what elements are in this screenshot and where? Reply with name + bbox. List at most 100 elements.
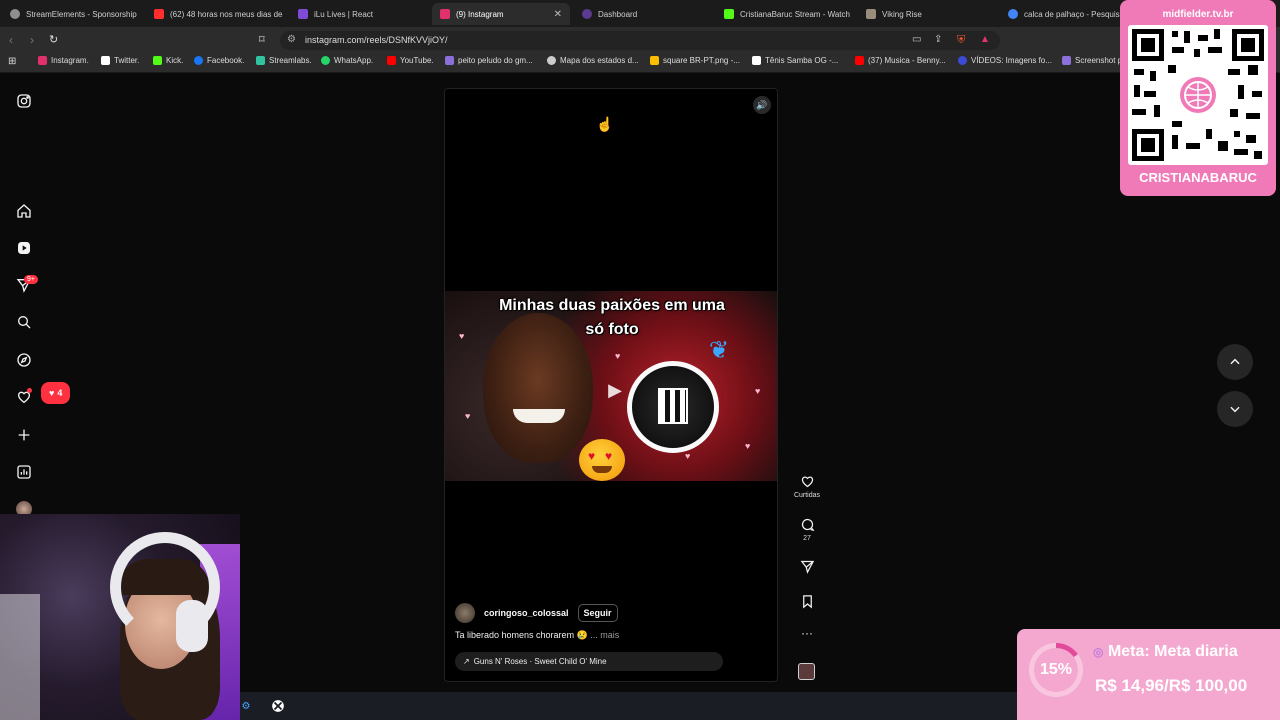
bookmark-label: Streamlabs.: [269, 56, 312, 65]
dashboard-icon: [582, 9, 592, 19]
reel-player[interactable]: 🔊 ♥ ♥ ♥ ♥ ♥ ♥ ❦ ♥ ♥ Minhas duas paixões …: [444, 88, 778, 682]
tab-title: (62) 48 horas nos meus dias de: [170, 9, 283, 19]
bookmark-label: Mapa dos estados d...: [560, 56, 639, 65]
home-icon[interactable]: [15, 202, 33, 220]
next-reel-button[interactable]: [1217, 391, 1253, 427]
sparkle-icon: ♥: [465, 411, 471, 421]
crest-shield: [658, 388, 688, 424]
comment-count: 27: [803, 535, 811, 542]
heart-icon: ♥: [49, 388, 55, 398]
tab-title: CristianaBaruc Stream - Watch: [740, 9, 850, 19]
bookmark-item[interactable]: Mapa dos estados d...: [547, 56, 639, 65]
kick-icon: [153, 56, 162, 65]
speaker-icon[interactable]: 🔊: [753, 96, 771, 114]
tab-kick[interactable]: CristianaBaruc Stream - Watch: [716, 3, 856, 25]
bookmark-item[interactable]: Kick.: [153, 56, 183, 65]
audio-track-label: Guns N' Roses · Sweet Child O' Mine: [473, 657, 607, 666]
tab-dashboard[interactable]: Dashboard: [574, 3, 714, 25]
comment-action[interactable]: 27: [787, 517, 827, 542]
author-username[interactable]: coringoso_colossal: [484, 608, 569, 618]
reel-image[interactable]: ♥ ♥ ♥ ♥ ♥ ♥ ❦ ♥ ♥ Minhas duas paixões em…: [445, 291, 777, 481]
bookmark-item[interactable]: Tênis Samba OG -...: [752, 56, 838, 65]
tab-youtube[interactable]: (62) 48 horas nos meus dias de: [146, 3, 286, 25]
site-info-icon[interactable]: ⚙: [287, 34, 296, 45]
bookmark-label: VÍDEOS: Imagens fo...: [971, 56, 1052, 65]
bookmark-item[interactable]: YouTube.: [387, 56, 434, 65]
more-options-icon[interactable]: ···: [787, 626, 827, 640]
search-icon[interactable]: [15, 313, 33, 331]
explore-compass-icon[interactable]: [15, 351, 33, 369]
bookmark-item[interactable]: Instagram.: [38, 56, 89, 65]
brave-shield-icon[interactable]: ⛨: [957, 33, 965, 47]
tab-title: calca de palhaço - Pesquisa: [1024, 9, 1120, 19]
youtube-icon: [154, 9, 164, 19]
bookmark-label: peito peludo do gm...: [458, 56, 533, 65]
bookmark-label: Kick.: [166, 56, 184, 65]
bookmark-icon[interactable]: ⌑: [259, 33, 265, 47]
follow-button[interactable]: Seguir: [577, 604, 618, 622]
bookmark-item[interactable]: (37) Musica - Benny...: [855, 56, 946, 65]
tab-title: Viking Rise: [882, 9, 922, 19]
tab-google[interactable]: calca de palhaço - Pesquisa: [1000, 3, 1120, 25]
tab-instagram[interactable]: (9) Instagram ✕: [432, 3, 570, 25]
qr-channel-name: CRISTIANABARUC: [1139, 170, 1257, 185]
close-icon[interactable]: ✕: [554, 9, 562, 20]
bookmark-item[interactable]: Twitter.: [101, 56, 139, 65]
post-caption: Ta liberado homens chorarem 😢 ... mais: [455, 630, 619, 641]
forward-arrow-icon[interactable]: ›: [30, 33, 34, 47]
dashboard-chart-icon[interactable]: [15, 463, 33, 481]
notifications-badge: 9+: [24, 275, 38, 284]
bookmark-item[interactable]: WhatsApp.: [321, 56, 373, 65]
photo-smile: [513, 409, 565, 423]
save-action[interactable]: [787, 594, 827, 609]
bookmark-item[interactable]: peito peludo do gm...: [445, 56, 533, 65]
bookmark-item[interactable]: Streamlabs.: [256, 56, 312, 65]
likes-notification-popup[interactable]: ♥ 4: [41, 382, 71, 404]
tab-ilu-lives[interactable]: iLu Lives | React: [290, 3, 430, 25]
goal-progress-ring: 15%: [1029, 643, 1083, 697]
bookmark-item[interactable]: Screenshot p: [1062, 56, 1122, 65]
app-taskbar-icon[interactable]: ⚙: [238, 698, 254, 714]
notification-dot: [27, 388, 32, 393]
like-action[interactable]: Curtidas: [787, 474, 827, 499]
bookmark-item[interactable]: square BR-PT.png -...: [650, 56, 740, 65]
cast-icon[interactable]: ▭: [912, 33, 921, 47]
globe-icon: [958, 56, 967, 65]
link-icon: [445, 56, 454, 65]
more-link[interactable]: ... mais: [590, 630, 619, 640]
bookmark-label: WhatsApp.: [334, 56, 374, 65]
apps-grid-icon[interactable]: ⊞: [8, 56, 16, 67]
address-bar[interactable]: ⚙ instagram.com/reels/DSNfKVVjiOY/: [280, 31, 1000, 50]
author-avatar[interactable]: [455, 603, 475, 623]
bookmark-item[interactable]: VÍDEOS: Imagens fo...: [958, 56, 1052, 65]
play-icon[interactable]: ▶: [600, 375, 630, 405]
bookmark-label: Twitter.: [114, 56, 140, 65]
arrow-up-right-icon: ↗: [463, 657, 470, 666]
bookmark-label: Screenshot p: [1075, 56, 1123, 65]
drive-icon: [650, 56, 659, 65]
tab-viking-rise[interactable]: Viking Rise: [858, 3, 998, 25]
send-icon: [800, 560, 814, 574]
x-icon: [101, 56, 110, 65]
audio-thumbnail[interactable]: [798, 663, 815, 680]
brave-rewards-icon[interactable]: ▲: [980, 33, 990, 47]
xbox-icon[interactable]: [270, 698, 286, 714]
reels-icon[interactable]: [15, 239, 33, 257]
tab-streamelements[interactable]: StreamElements - Sponsorship: [2, 3, 144, 25]
corinthians-crest: [627, 361, 719, 453]
audio-track[interactable]: ↗ Guns N' Roses · Sweet Child O' Mine: [455, 652, 723, 671]
share-icon[interactable]: ⇪: [934, 33, 942, 47]
emoji-mouth: [592, 466, 612, 473]
instagram-logo-icon[interactable]: [15, 92, 33, 110]
reload-icon[interactable]: ↻: [49, 33, 58, 47]
create-plus-icon[interactable]: [15, 426, 33, 444]
sparkle-icon: ♥: [685, 451, 691, 461]
donation-goal-widget: 15% ◎ Meta: Meta diaria R$ 14,96/R$ 100,…: [1017, 629, 1280, 720]
goal-amount: R$ 14,96/R$ 100,00: [1095, 676, 1248, 695]
back-arrow-icon[interactable]: ‹: [9, 33, 13, 47]
share-action[interactable]: [787, 559, 827, 574]
previous-reel-button[interactable]: [1217, 344, 1253, 380]
qr-pattern: [1132, 29, 1264, 161]
bookmark-label: (37) Musica - Benny...: [868, 56, 946, 65]
bookmark-item[interactable]: Facebook.: [194, 56, 244, 65]
